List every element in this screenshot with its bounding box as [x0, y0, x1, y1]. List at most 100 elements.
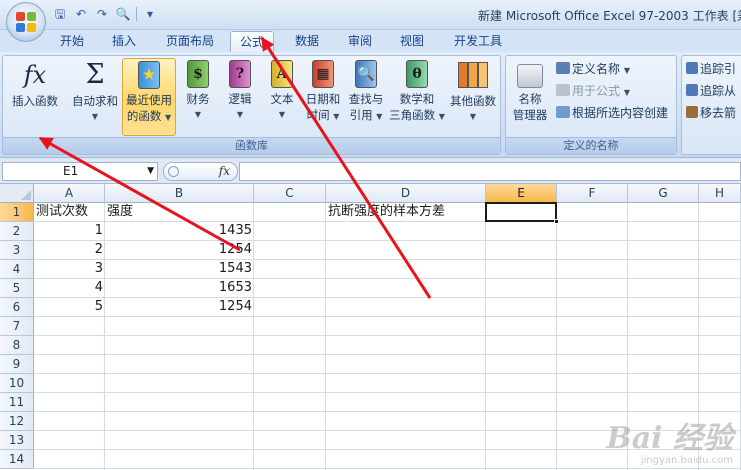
column-header-d[interactable]: D	[326, 184, 486, 203]
cell-b6[interactable]: 1254	[105, 298, 254, 316]
tab-insert[interactable]: 插入	[104, 31, 144, 52]
lookup-reference-button[interactable]: 🔍 查找与 引用 ▼	[345, 58, 387, 136]
more-functions-button[interactable]: 其他函数 ▼	[447, 58, 499, 136]
column-header-f[interactable]: F	[557, 184, 628, 203]
cell-a4[interactable]: 3	[34, 260, 105, 278]
office-logo-icon	[16, 12, 36, 32]
name-box[interactable]: E1 ▼	[2, 162, 158, 181]
cell-a3[interactable]: 2	[34, 241, 105, 259]
name-manager-button[interactable]: 名称 管理器	[508, 58, 552, 136]
logical-button[interactable]: ? 逻辑 ▼	[221, 58, 259, 136]
tab-formulas[interactable]: 公式	[230, 31, 274, 52]
cell-d1[interactable]: 抗断强度的样本方差	[326, 203, 486, 221]
column-header-h[interactable]: H	[699, 184, 741, 203]
financial-button[interactable]: $ 财务 ▼	[179, 58, 217, 136]
row-header-4[interactable]: 4	[0, 260, 34, 279]
cell-a1[interactable]: 测试次数	[34, 203, 105, 221]
save-icon[interactable]: 🖫	[52, 6, 68, 22]
ribbon: fx 插入函数 Σ 自动求和 ▼ ★ 最近使用 的函数 ▼ $ 财务 ▼ ? 逻…	[0, 52, 741, 158]
chevron-down-icon[interactable]: ▼	[147, 163, 154, 180]
magnifier-book-icon: 🔍	[355, 60, 377, 88]
ribbon-tabs: 开始 插入 页面布局 公式 数据 审阅 视图 开发工具	[0, 30, 741, 52]
chevron-down-icon: ▼	[236, 110, 244, 119]
active-cell-border[interactable]	[485, 202, 559, 224]
column-header-a[interactable]: A	[34, 184, 105, 203]
row-header-8[interactable]: 8	[0, 336, 34, 355]
cell-b5[interactable]: 1653	[105, 279, 254, 297]
financial-book-icon: $	[187, 60, 209, 88]
formula-input[interactable]	[239, 162, 741, 181]
select-all-button[interactable]	[0, 184, 34, 203]
date-time-button[interactable]: ▦ 日期和 时间 ▼	[303, 58, 343, 136]
tab-page-layout[interactable]: 页面布局	[158, 31, 222, 52]
trace-dependents-button[interactable]: 追踪从	[686, 82, 736, 100]
math-trig-button[interactable]: θ 数学和 三角函数 ▼	[389, 58, 445, 136]
row-header-12[interactable]: 12	[0, 412, 34, 431]
use-in-formula-button[interactable]: 用于公式 ▼	[556, 82, 630, 100]
customize-icon[interactable]: ▾	[142, 6, 158, 22]
grid-line	[34, 354, 741, 355]
row-header-14[interactable]: 14	[0, 450, 34, 469]
star-book-icon: ★	[138, 61, 160, 89]
text-book-icon: A	[271, 60, 293, 88]
tab-developer[interactable]: 开发工具	[446, 31, 510, 52]
window-title: 新建 Microsoft Office Excel 97-2003 工作表 [兼	[478, 9, 741, 23]
calendar-book-icon: ▦	[312, 60, 334, 88]
row-header-11[interactable]: 11	[0, 393, 34, 412]
tab-view[interactable]: 视图	[392, 31, 432, 52]
tab-home[interactable]: 开始	[52, 31, 92, 52]
defined-names-label: 定义的名称	[506, 137, 676, 154]
row-header-5[interactable]: 5	[0, 279, 34, 298]
redo-icon[interactable]: ↷	[94, 6, 110, 22]
cell-b4[interactable]: 1543	[105, 260, 254, 278]
autosum-button[interactable]: Σ 自动求和 ▼	[69, 58, 121, 136]
row-header-13[interactable]: 13	[0, 431, 34, 450]
cell-b2[interactable]: 1435	[105, 222, 254, 240]
recent-functions-button[interactable]: ★ 最近使用 的函数 ▼	[122, 58, 176, 136]
undo-icon[interactable]: ↶	[73, 6, 89, 22]
lookup-label-2: 引用 ▼	[349, 108, 383, 122]
column-header-g[interactable]: G	[628, 184, 699, 203]
grid-line	[34, 316, 741, 317]
row-header-6[interactable]: 6	[0, 298, 34, 317]
formula-bar: E1 ▼ fx	[0, 158, 741, 184]
column-header-b[interactable]: B	[105, 184, 254, 203]
recent-functions-label-2: 的函数 ▼	[126, 109, 172, 123]
tab-review[interactable]: 审阅	[340, 31, 380, 52]
print-preview-icon[interactable]: 🔍	[115, 6, 131, 22]
row-header-7[interactable]: 7	[0, 317, 34, 336]
fill-handle[interactable]	[554, 219, 559, 224]
qat-divider	[136, 7, 137, 21]
row-header-1[interactable]: 1	[0, 203, 34, 222]
expand-handle-icon[interactable]	[168, 166, 179, 177]
date-time-label-2: 时间 ▼	[306, 108, 340, 122]
insert-function-fx-button[interactable]: fx	[219, 163, 230, 180]
row-header-10[interactable]: 10	[0, 374, 34, 393]
tab-data[interactable]: 数据	[287, 31, 327, 52]
row-header-9[interactable]: 9	[0, 355, 34, 374]
remove-arrows-button[interactable]: 移去箭	[686, 104, 736, 122]
cell-a6[interactable]: 5	[34, 298, 105, 316]
cell-a2[interactable]: 1	[34, 222, 105, 240]
cell-a5[interactable]: 4	[34, 279, 105, 297]
chevron-down-icon: ▼	[91, 112, 99, 121]
trace-precedents-button[interactable]: 追踪引	[686, 60, 736, 78]
column-header-c[interactable]: C	[254, 184, 326, 203]
text-label: 文本	[270, 92, 294, 106]
function-library-label: 函数库	[3, 137, 500, 154]
define-name-button[interactable]: 定义名称 ▼	[556, 60, 630, 78]
chevron-down-icon: ▼	[469, 112, 477, 121]
create-from-selection-button[interactable]: 根据所选内容创建	[556, 104, 668, 122]
quick-access-toolbar: 🖫 ↶ ↷ 🔍 ▾	[52, 6, 158, 22]
office-button[interactable]	[6, 2, 46, 42]
grid-line	[34, 411, 741, 412]
watermark-brand: Bai 经验	[606, 421, 733, 456]
text-button[interactable]: A 文本 ▼	[263, 58, 301, 136]
row-header-3[interactable]: 3	[0, 241, 34, 260]
name-manager-icon	[517, 64, 543, 88]
cell-b1[interactable]: 强度	[105, 203, 254, 221]
insert-function-button[interactable]: fx 插入函数	[5, 58, 65, 136]
cell-b3[interactable]: 1254	[105, 241, 254, 259]
row-header-2[interactable]: 2	[0, 222, 34, 241]
column-header-e[interactable]: E	[486, 184, 557, 203]
